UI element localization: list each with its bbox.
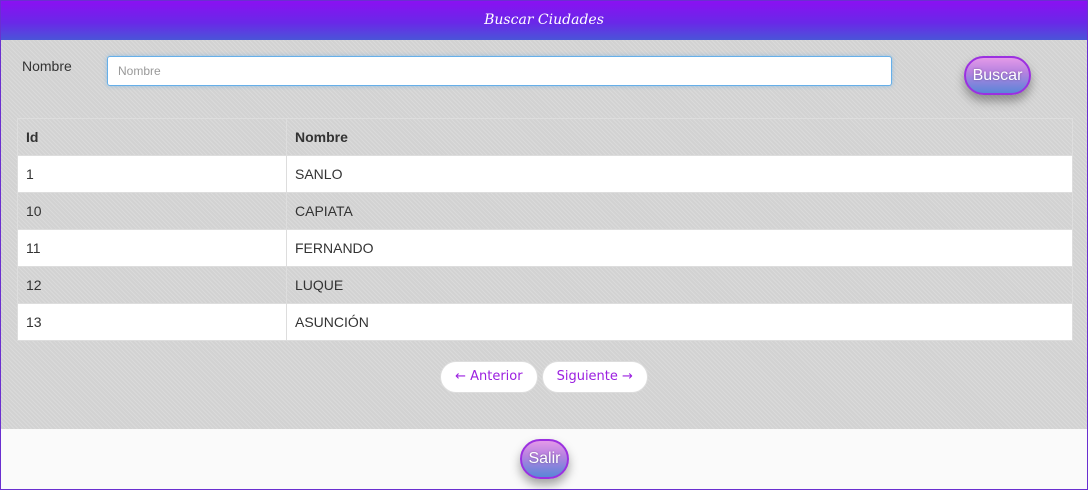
column-header-id[interactable]: Id bbox=[17, 118, 287, 156]
cell-id: 12 bbox=[17, 266, 287, 304]
cell-id: 13 bbox=[17, 303, 287, 341]
name-search-input[interactable] bbox=[107, 56, 892, 86]
table-row[interactable]: 11 FERNANDO bbox=[17, 229, 1073, 267]
previous-page-button[interactable]: ← Anterior bbox=[440, 361, 538, 393]
cell-nombre: SANLO bbox=[286, 155, 1073, 193]
dialog-title: Buscar Ciudades bbox=[1, 1, 1087, 40]
search-panel: Nombre Buscar Id Nombre 1 SANLO 10 bbox=[1, 40, 1087, 429]
next-page-button[interactable]: Siguiente → bbox=[541, 361, 648, 393]
table-header-row: Id Nombre bbox=[17, 118, 1073, 156]
table-row[interactable]: 12 LUQUE bbox=[17, 266, 1073, 304]
dialog-footer: Salir bbox=[1, 429, 1087, 489]
cell-id: 10 bbox=[17, 192, 287, 230]
cell-nombre: ASUNCIÓN bbox=[286, 303, 1073, 341]
cell-nombre: LUQUE bbox=[286, 266, 1073, 304]
pagination: ← Anterior Siguiente → bbox=[1, 361, 1087, 393]
cell-id: 1 bbox=[17, 155, 287, 193]
search-cities-dialog: Buscar Ciudades Nombre Buscar Id Nombre … bbox=[0, 0, 1088, 490]
exit-button[interactable]: Salir bbox=[520, 439, 569, 479]
name-label: Nombre bbox=[22, 58, 72, 74]
search-button[interactable]: Buscar bbox=[964, 56, 1031, 95]
table-row[interactable]: 1 SANLO bbox=[17, 155, 1073, 193]
cell-id: 11 bbox=[17, 229, 287, 267]
cities-table: Id Nombre 1 SANLO 10 CAPIATA 11 FERNANDO… bbox=[17, 118, 1073, 341]
cell-nombre: CAPIATA bbox=[286, 192, 1073, 230]
cell-nombre: FERNANDO bbox=[286, 229, 1073, 267]
table-row[interactable]: 13 ASUNCIÓN bbox=[17, 303, 1073, 341]
table-row[interactable]: 10 CAPIATA bbox=[17, 192, 1073, 230]
column-header-nombre[interactable]: Nombre bbox=[286, 118, 1073, 156]
